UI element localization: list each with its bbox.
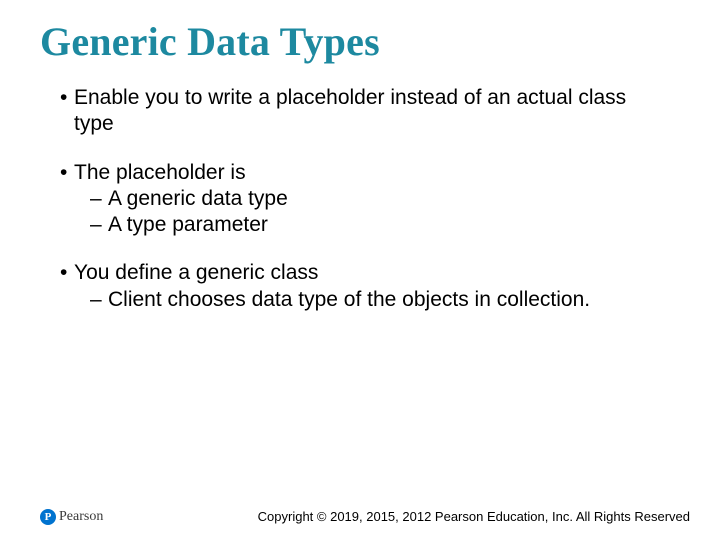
bullet-dot-icon: • <box>60 260 74 286</box>
dash-icon: – <box>90 212 108 238</box>
sub-bullet-text: A generic data type <box>108 186 670 212</box>
sub-bullet-item: – A generic data type <box>60 186 670 212</box>
pearson-logo-text: Pearson <box>59 509 103 525</box>
bullet-item: • You define a generic class – Client ch… <box>60 260 670 313</box>
slide-content: • Enable you to write a placeholder inst… <box>60 85 670 335</box>
footer: Pearson Copyright © 2019, 2015, 2012 Pea… <box>0 502 720 526</box>
slide: Generic Data Types • Enable you to write… <box>0 0 720 540</box>
bullet-text: Enable you to write a placeholder instea… <box>74 85 670 138</box>
bullet-dot-icon: • <box>60 160 74 186</box>
bullet-text: The placeholder is <box>74 160 670 186</box>
bullet-item: • Enable you to write a placeholder inst… <box>60 85 670 138</box>
pearson-logo-icon <box>40 509 56 525</box>
sub-bullet-text: A type parameter <box>108 212 670 238</box>
bullet-dot-icon: • <box>60 85 74 111</box>
sub-bullet-item: – Client chooses data type of the object… <box>60 287 670 313</box>
dash-icon: – <box>90 287 108 313</box>
slide-title: Generic Data Types <box>40 18 380 65</box>
sub-bullet-item: – A type parameter <box>60 212 670 238</box>
dash-icon: – <box>90 186 108 212</box>
pearson-logo: Pearson <box>40 508 103 526</box>
bullet-text: You define a generic class <box>74 260 670 286</box>
bullet-item: • The placeholder is – A generic data ty… <box>60 160 670 239</box>
sub-bullet-text: Client chooses data type of the objects … <box>108 287 670 313</box>
copyright-text: Copyright © 2019, 2015, 2012 Pearson Edu… <box>258 509 690 524</box>
